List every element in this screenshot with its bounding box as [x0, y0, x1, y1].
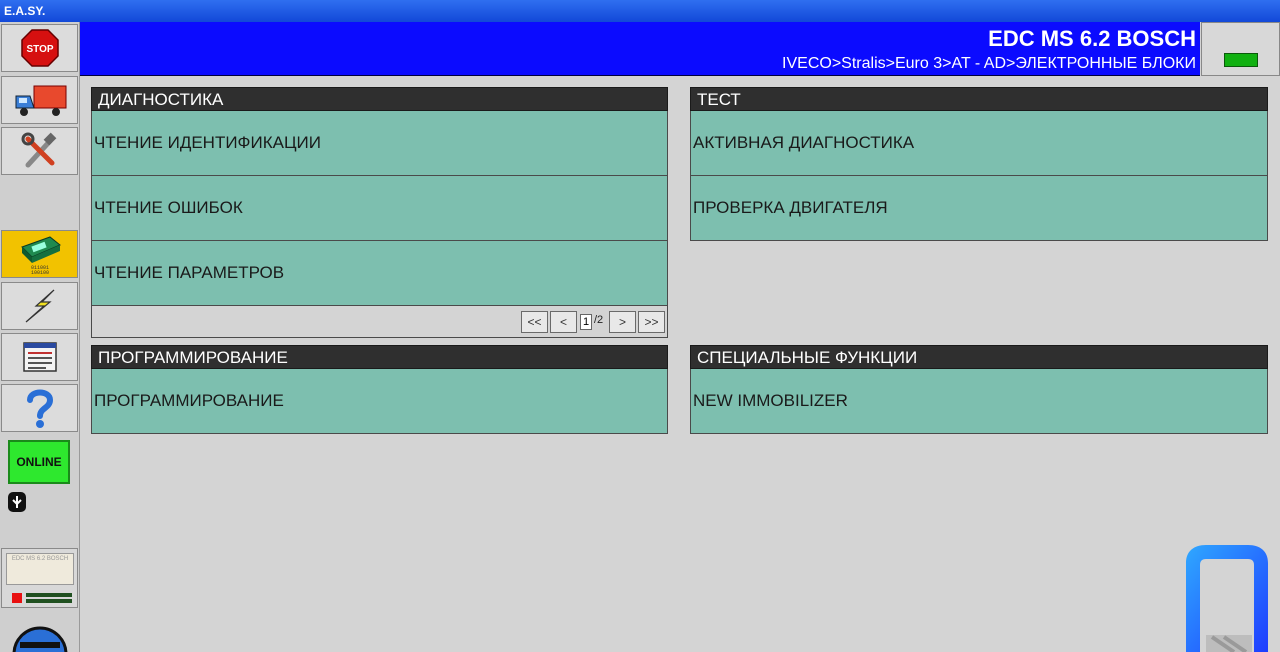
page-number: 1: [580, 314, 592, 330]
help-button[interactable]: [1, 384, 78, 432]
svg-text:100100: 100100: [30, 270, 48, 275]
active-diagnostics-item[interactable]: АКТИВНАЯ ДИАГНОСТИКА: [690, 111, 1268, 176]
read-identification-item[interactable]: ЧТЕНИЕ ИДЕНТИФИКАЦИИ: [91, 111, 668, 176]
test-title: ТЕСТ: [690, 87, 1268, 111]
gauge-icon: [12, 626, 68, 652]
list-icon: [22, 342, 57, 372]
programming-title: ПРОГРАММИРОВАНИЕ: [91, 345, 668, 369]
tools-icon: [21, 132, 56, 168]
pager: << < 1 /2 > >>: [91, 306, 668, 338]
tools-button[interactable]: [1, 127, 78, 175]
corner-logo-icon: [1186, 545, 1268, 652]
special-functions-panel: СПЕЦИАЛЬНЫЕ ФУНКЦИИ NEW IMMOBILIZER: [690, 345, 1268, 434]
sidebar: STOP 011001 100100 ONLINE EDC MS 6.2 BOS…: [0, 22, 80, 652]
usb-icon: [8, 492, 26, 512]
device-screen: EDC MS 6.2 BOSCH: [6, 553, 74, 585]
electrical-button[interactable]: [1, 282, 78, 330]
read-parameters-item[interactable]: ЧТЕНИЕ ПАРАМЕТРОВ: [91, 241, 668, 306]
svg-text:STOP: STOP: [26, 44, 53, 55]
test-panel: ТЕСТ АКТИВНАЯ ДИАГНОСТИКА ПРОВЕРКА ДВИГА…: [690, 87, 1268, 241]
list-button[interactable]: [1, 333, 78, 381]
status-led: [1224, 53, 1258, 67]
ecu-button[interactable]: 011001 100100: [1, 230, 78, 278]
special-functions-title: СПЕЦИАЛЬНЫЕ ФУНКЦИИ: [690, 345, 1268, 369]
next-page-button[interactable]: >: [609, 311, 636, 333]
diagnostics-panel: ДИАГНОСТИКА ЧТЕНИЕ ИДЕНТИФИКАЦИИ ЧТЕНИЕ …: [91, 87, 668, 338]
ecu-title: EDC MS 6.2 BOSCH: [988, 26, 1196, 51]
new-immobilizer-item[interactable]: NEW IMMOBILIZER: [690, 369, 1268, 434]
ecu-icon: 011001 100100: [20, 236, 61, 275]
help-icon: [26, 389, 53, 428]
device-bar-1: [26, 593, 72, 597]
connection-status-box: [1201, 22, 1280, 76]
truck-icon: [15, 85, 66, 116]
diagnostics-title: ДИАГНОСТИКА: [91, 87, 668, 111]
device-red-led: [12, 593, 22, 603]
vehicle-button[interactable]: [1, 76, 78, 124]
stop-button[interactable]: STOP: [1, 24, 78, 72]
programming-panel: ПРОГРАММИРОВАНИЕ ПРОГРАММИРОВАНИЕ: [91, 345, 668, 434]
breadcrumb: IVECO>Stralis>Euro 3>AT - AD>ЭЛЕКТРОННЫЕ…: [782, 55, 1196, 72]
prev-page-button[interactable]: <: [550, 311, 577, 333]
device-bar-2: [26, 599, 72, 603]
first-page-button[interactable]: <<: [521, 311, 548, 333]
lightning-icon: [25, 289, 54, 323]
stop-icon: STOP: [20, 29, 59, 67]
window-title: E.A.SY.: [0, 0, 1280, 22]
read-errors-item[interactable]: ЧТЕНИЕ ОШИБОК: [91, 176, 668, 241]
page-total: /2: [594, 314, 604, 326]
last-page-button[interactable]: >>: [638, 311, 665, 333]
programming-item[interactable]: ПРОГРАММИРОВАНИЕ: [91, 369, 668, 434]
engine-check-item[interactable]: ПРОВЕРКА ДВИГАТЕЛЯ: [690, 176, 1268, 241]
device-panel: EDC MS 6.2 BOSCH: [1, 548, 78, 608]
header: EDC MS 6.2 BOSCH IVECO>Stralis>Euro 3>AT…: [80, 22, 1200, 76]
online-status-badge: ONLINE: [8, 440, 70, 484]
